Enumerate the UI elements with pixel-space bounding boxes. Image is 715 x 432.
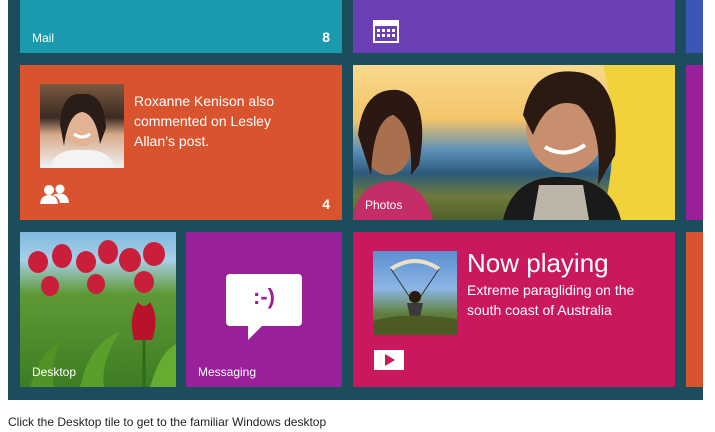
contact-photo <box>40 84 124 168</box>
photo-image <box>353 65 675 220</box>
mail-tile[interactable]: Mail 8 <box>20 0 342 53</box>
messaging-tile[interactable]: :-) Messaging <box>186 232 342 387</box>
partial-tile-middle-right[interactable] <box>686 65 703 220</box>
calendar-tile[interactable] <box>353 0 675 53</box>
people-icon <box>40 184 69 204</box>
tulip-wallpaper <box>28 240 176 387</box>
play-icon <box>374 350 404 370</box>
now-playing-tile[interactable]: Now playing Extreme paragliding on the s… <box>353 232 675 387</box>
now-playing-title: Now playing <box>467 248 609 278</box>
video-thumbnail <box>373 251 457 335</box>
people-tile[interactable]: Roxanne Kenison also commented on Lesley… <box>20 65 342 220</box>
mail-unread-count: 8 <box>322 29 330 45</box>
emoticon-text: :-) <box>253 284 275 309</box>
desktop-tile-label: Desktop <box>32 365 77 379</box>
calendar-icon <box>373 20 399 43</box>
now-playing-subtitle: Extreme paragliding on the south coast o… <box>467 282 635 318</box>
photos-tile-label: Photos <box>365 198 403 212</box>
mail-tile-label: Mail <box>32 31 55 45</box>
partial-tile-top-right[interactable] <box>686 0 703 53</box>
partial-tile-bottom-right[interactable] <box>686 232 703 387</box>
photos-tile[interactable]: Photos <box>353 65 675 220</box>
notification-message: Roxanne Kenison also commented on Lesley… <box>134 93 275 149</box>
screenshot-caption: Click the Desktop tile to get to the fam… <box>8 415 327 429</box>
start-screen: Mail 8 Roxanne Kenison also commented on… <box>8 0 703 400</box>
desktop-tile[interactable]: Desktop <box>20 232 176 387</box>
messaging-tile-label: Messaging <box>198 365 257 379</box>
people-notification-count: 4 <box>322 196 330 212</box>
